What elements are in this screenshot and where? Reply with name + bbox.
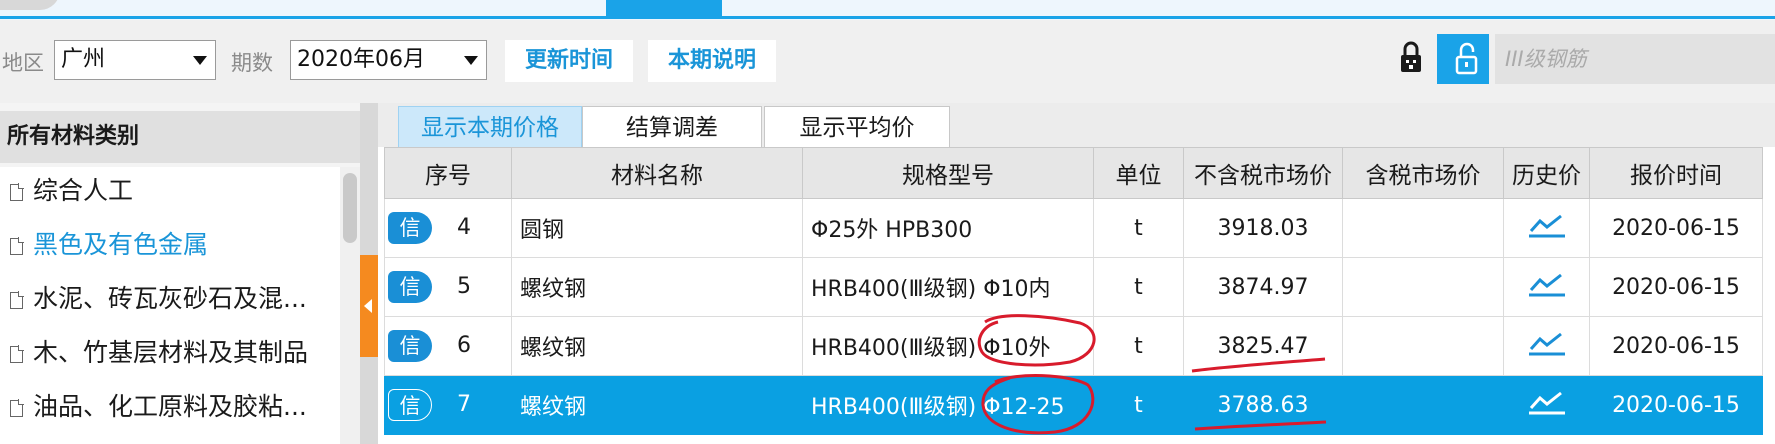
- period-select[interactable]: 2020年06月: [290, 40, 487, 80]
- sidebar-item-label: 综合人工: [33, 176, 134, 205]
- region-label: 地区: [2, 51, 44, 75]
- category-list: 综合人工 黑色及有色金属 水泥、砖瓦灰砂石及混... 木、竹基层材料及其制品 油…: [0, 167, 340, 444]
- price-table: 序号 材料名称 规格型号 单位 不含税市场价 含税市场价 历史价 报价时间 信4…: [384, 147, 1763, 435]
- row-spec: HRB400(Ⅲ级钢) Φ12-25: [802, 375, 1094, 435]
- update-time-button[interactable]: 更新时间: [505, 40, 633, 82]
- row-price-inc-tax: [1342, 375, 1504, 435]
- sidebar-scrollbar-thumb[interactable]: [343, 173, 357, 243]
- row-quote-date: 2020-06-15: [1589, 316, 1763, 376]
- column-header-price-inc-tax[interactable]: 含税市场价: [1342, 147, 1504, 199]
- row-seq: 6: [457, 333, 471, 358]
- info-badge[interactable]: 信: [388, 389, 432, 421]
- row-price-inc-tax: [1342, 198, 1504, 258]
- sidebar-item-label: 木、竹基层材料及其制品: [33, 338, 309, 367]
- collapse-sidebar-button[interactable]: [360, 255, 378, 357]
- file-icon: [10, 345, 24, 363]
- unlock-icon[interactable]: [1437, 34, 1489, 84]
- info-badge[interactable]: 信: [388, 330, 432, 362]
- table-header: 序号 材料名称 规格型号 单位 不含税市场价 含税市场价 历史价 报价时间: [384, 147, 1763, 199]
- column-header-quote-date[interactable]: 报价时间: [1589, 147, 1763, 199]
- row-price-inc-tax: [1342, 316, 1504, 376]
- row-price-ex-tax: 3918.03: [1183, 198, 1343, 258]
- file-icon: [10, 399, 24, 417]
- row-quote-date: 2020-06-15: [1589, 257, 1763, 317]
- period-label: 期数: [231, 51, 273, 75]
- main-panel: 显示本期价格 结算调差 显示平均价 序号 材料名称 规格型号 单位 不含税市场价…: [378, 103, 1775, 444]
- row-seq: 5: [457, 274, 471, 299]
- sidebar-title: 所有材料类别: [0, 111, 360, 163]
- region-value: 广州: [61, 47, 106, 72]
- sidebar-item-metals[interactable]: 黑色及有色金属: [10, 225, 208, 265]
- row-price-inc-tax: [1342, 257, 1504, 317]
- row-name: 螺纹钢: [511, 257, 803, 317]
- table-row[interactable]: 信4 圆钢 Φ25外 HPB300 t 3918.03 2020-06-15: [384, 198, 1763, 258]
- row-unit: t: [1093, 375, 1184, 435]
- sidebar: 所有材料类别 综合人工 黑色及有色金属 水泥、砖瓦灰砂石及混... 木、竹基层材…: [0, 103, 360, 444]
- row-unit: t: [1093, 257, 1184, 317]
- row-name: 圆钢: [511, 198, 803, 258]
- info-badge[interactable]: 信: [388, 212, 432, 244]
- sidebar-item-label: 水泥、砖瓦灰砂石及混...: [33, 284, 307, 313]
- row-unit: t: [1093, 198, 1184, 258]
- sidebar-item-labor[interactable]: 综合人工: [10, 171, 133, 211]
- sidebar-item-chemicals[interactable]: 油品、化工原料及胶粘...: [10, 387, 307, 427]
- row-spec: Φ25外 HPB300: [802, 198, 1094, 258]
- sidebar-item-cement[interactable]: 水泥、砖瓦灰砂石及混...: [10, 279, 307, 319]
- period-value: 2020年06月: [297, 47, 425, 72]
- line-chart-icon[interactable]: [1527, 270, 1567, 304]
- top-strip: [0, 0, 1775, 20]
- file-icon: [10, 237, 24, 255]
- info-badge[interactable]: 信: [388, 271, 432, 303]
- sidebar-item-wood[interactable]: 木、竹基层材料及其制品: [10, 333, 308, 373]
- tab-bar: 显示本期价格 结算调差 显示平均价: [378, 103, 1775, 148]
- column-header-unit[interactable]: 单位: [1093, 147, 1184, 199]
- table-row[interactable]: 信6 螺纹钢 HRB400(Ⅲ级钢) Φ10外 t 3825.47 2020-0…: [384, 316, 1763, 376]
- sidebar-item-label: 油品、化工原料及胶粘...: [33, 392, 307, 421]
- tab-settlement-adjust[interactable]: 结算调差: [582, 106, 762, 148]
- search-input[interactable]: III级钢筋: [1495, 34, 1775, 84]
- avatar: [0, 0, 60, 10]
- column-header-history[interactable]: 历史价: [1503, 147, 1590, 199]
- row-seq: 7: [457, 392, 471, 417]
- row-quote-date: 2020-06-15: [1589, 198, 1763, 258]
- period-note-button[interactable]: 本期说明: [648, 40, 776, 82]
- top-accent-line: [0, 16, 1775, 19]
- row-name: 螺纹钢: [511, 316, 803, 376]
- line-chart-icon[interactable]: [1527, 329, 1567, 363]
- tab-current-price[interactable]: 显示本期价格: [398, 106, 582, 148]
- row-price-ex-tax: 3874.97: [1183, 257, 1343, 317]
- column-header-spec[interactable]: 规格型号: [802, 147, 1094, 199]
- row-price-ex-tax: 3788.63: [1183, 375, 1343, 435]
- table-row-selected[interactable]: 信7 螺纹钢 HRB400(Ⅲ级钢) Φ12-25 t 3788.63 2020…: [384, 375, 1763, 435]
- column-header-seq[interactable]: 序号: [384, 147, 512, 199]
- line-chart-icon[interactable]: [1527, 211, 1567, 245]
- file-icon: [10, 183, 24, 201]
- tab-average-price[interactable]: 显示平均价: [764, 106, 950, 148]
- row-quote-date: 2020-06-15: [1589, 375, 1763, 435]
- column-header-name[interactable]: 材料名称: [511, 147, 803, 199]
- row-spec: HRB400(Ⅲ级钢) Φ10内: [802, 257, 1094, 317]
- line-chart-icon[interactable]: [1527, 388, 1567, 422]
- lock-icon[interactable]: [1385, 34, 1437, 84]
- column-header-price-ex-tax[interactable]: 不含税市场价: [1183, 147, 1343, 199]
- region-select[interactable]: 广州: [54, 40, 216, 80]
- chevron-down-icon: [464, 56, 478, 65]
- chevron-down-icon: [193, 56, 207, 65]
- file-icon: [10, 291, 24, 309]
- sidebar-item-label: 黑色及有色金属: [33, 230, 209, 259]
- row-seq: 4: [457, 215, 471, 240]
- table-row[interactable]: 信5 螺纹钢 HRB400(Ⅲ级钢) Φ10内 t 3874.97 2020-0…: [384, 257, 1763, 317]
- chevron-left-icon: [364, 299, 372, 313]
- row-price-ex-tax: 3825.47: [1183, 316, 1343, 376]
- row-name: 螺纹钢: [511, 375, 803, 435]
- row-spec: HRB400(Ⅲ级钢) Φ10外: [802, 316, 1094, 376]
- filter-bar: 地区 广州 期数 2020年06月 更新时间 本期说明 III级钢筋: [0, 20, 1775, 103]
- row-unit: t: [1093, 316, 1184, 376]
